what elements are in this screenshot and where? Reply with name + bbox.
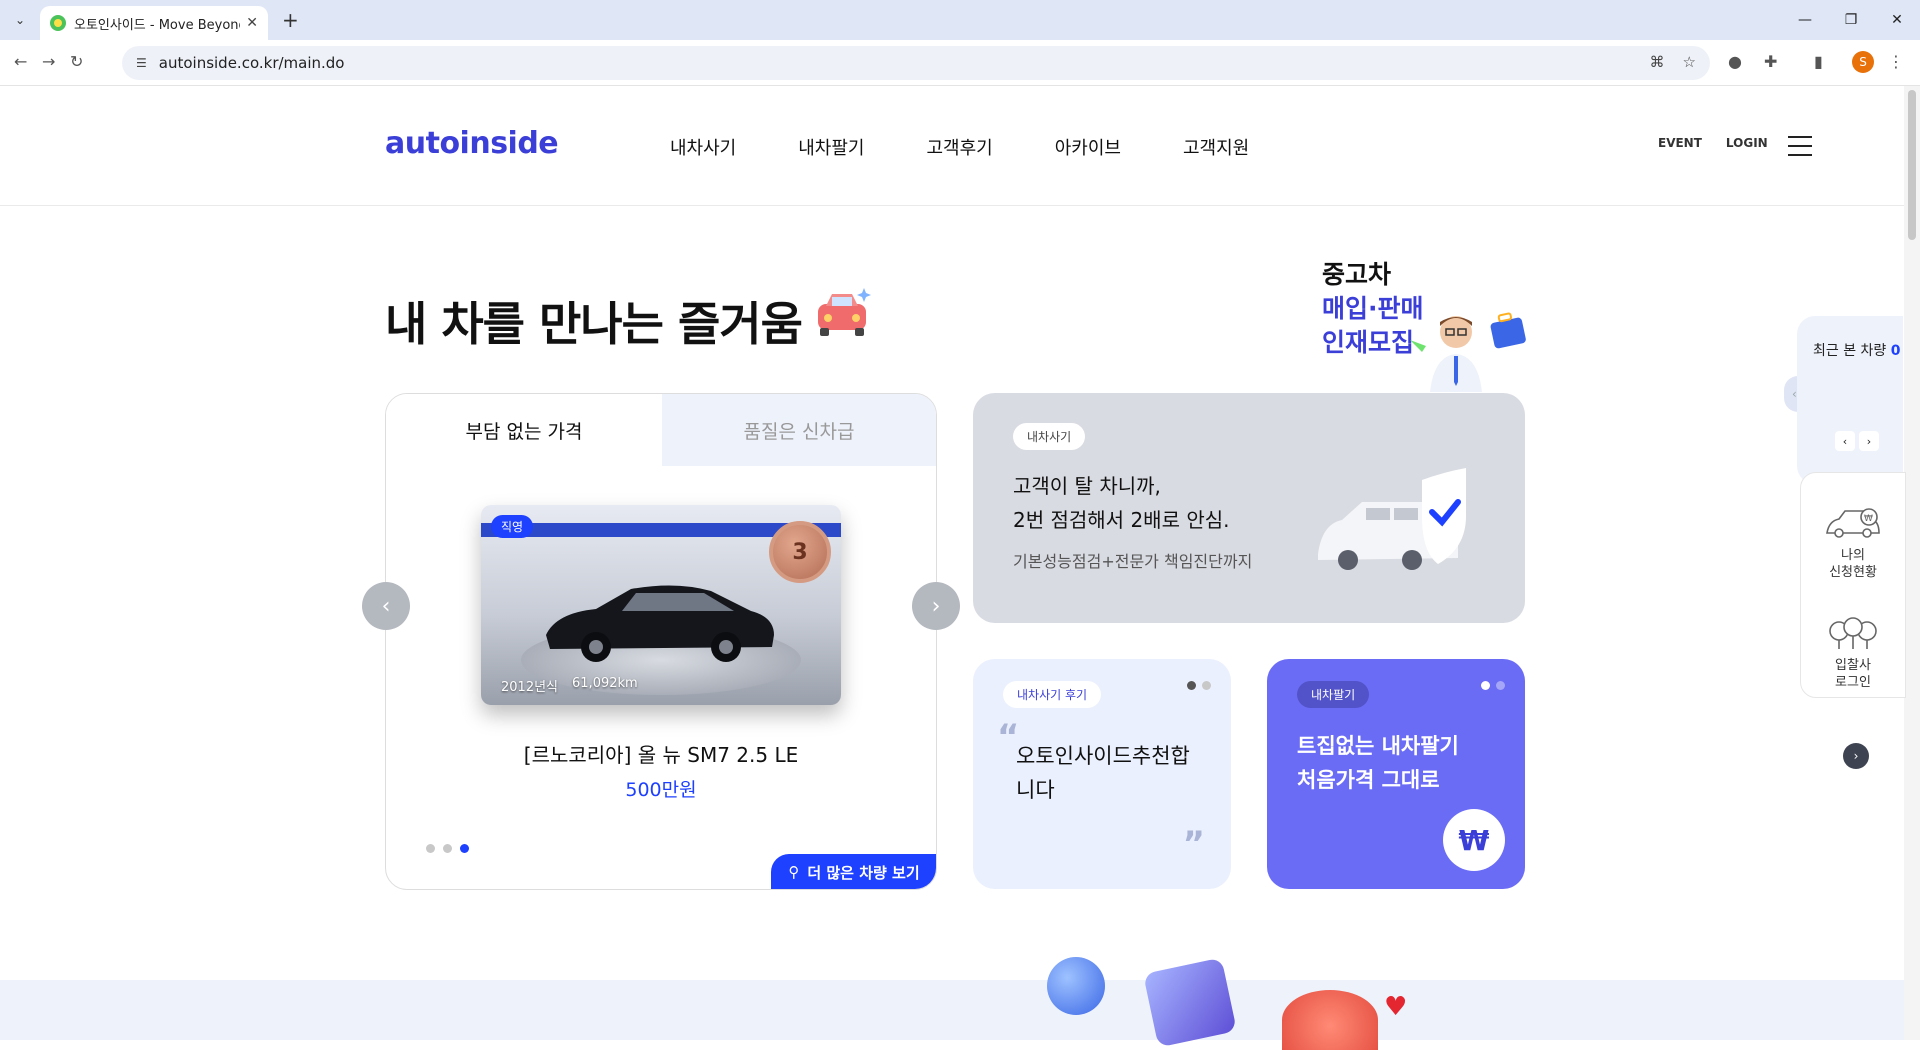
recent-next-icon[interactable]: › [1859,431,1879,451]
close-window-icon[interactable]: ✕ [1874,0,1920,40]
carousel-next-button[interactable]: › [912,582,960,630]
car-emoji-icon [818,288,871,336]
recruiter-character-icon [1410,312,1526,392]
sell-text: 트집없는 내차팔기 처음가격 그대로 [1297,734,1459,792]
recent-cars-label: 최근 본 차량 0 [1813,343,1901,359]
menu-dots-icon[interactable]: ⋮ [1888,52,1904,71]
translate-icon[interactable]: ⌘ [1650,53,1665,71]
search-icon: ⚲ [788,863,800,881]
car-won-icon: ₩ [1826,508,1880,538]
puzzle-icon[interactable]: ✚ [1764,52,1777,71]
tab-search-icon[interactable]: ⌄ [8,8,32,32]
product-card: 부담 없는 가격 품질은 신차급 직영 3 2012년식 61,092km [르… [385,393,937,890]
tab-quality[interactable]: 품질은 신차급 [662,394,936,466]
login-link[interactable]: LOGIN [1726,136,1768,150]
car-price: 500만원 [625,779,697,801]
url-text: autoinside.co.kr/main.do [158,54,345,72]
car-image [546,585,774,662]
review-text: 오토인사이드추천합니다 [1016,744,1190,802]
heart-eyes-emoji-icon [1282,990,1378,1050]
bid-coins-icon [1829,617,1877,649]
back-icon[interactable]: ← [14,52,27,71]
heart-icon: ♥ [1384,992,1408,1022]
nav-reviews[interactable]: 고객후기 [927,134,993,160]
restore-icon[interactable]: ❐ [1828,0,1874,40]
won-icon[interactable]: ₩ [1443,809,1505,871]
main-nav: 내차사기 내차팔기 고객후기 아카이브 고객지원 [670,134,1249,160]
browser-tab[interactable]: 오토인사이드 - Move Beyond ✕ [40,6,268,40]
promo-line1: 중고차 [1322,260,1392,289]
bookmark-star-icon[interactable]: ☆ [1683,53,1696,71]
nav-archive[interactable]: 아카이브 [1055,134,1121,160]
nav-sell[interactable]: 내차팔기 [798,134,864,160]
sell-dots [1481,681,1505,690]
sell-card[interactable]: 내차팔기 트집없는 내차팔기 처음가격 그대로 ₩ [1267,659,1525,889]
quick-menu: ₩ 나의 신청현황 입찰사 로그인 [1800,472,1906,698]
minimize-icon[interactable]: — [1782,0,1828,40]
buy-inspection-card[interactable]: 내차사기 고객이 탈 차니까, 2번 점검해서 2배로 안심. 기본성능점검+전… [973,393,1525,623]
browser-toolbar: ← → ↻ ☰ autoinside.co.kr/main.do ⌘ ☆ ● ✚… [0,40,1920,86]
tab-price[interactable]: 부담 없는 가격 [386,394,662,466]
car-meta: 2012년식 61,092km [501,676,638,695]
svg-text:₩: ₩ [1864,514,1873,524]
car-photo[interactable]: 직영 3 2012년식 61,092km [481,505,841,705]
sell-dot[interactable] [1496,681,1505,690]
bronze-medal-icon: 3 [769,521,831,583]
page-scrollbar[interactable] [1904,86,1920,1040]
extension-icon[interactable]: ● [1728,52,1742,71]
site-info-icon[interactable]: ☰ [136,56,147,70]
buy-subtext: 기본성능점검+전문가 책임진단까지 [1013,552,1253,571]
review-dots [1187,681,1211,690]
buy-headline: 고객이 탈 차니까, 2번 점검해서 2배로 안심. [1013,474,1230,532]
carousel-dot-active[interactable] [460,844,469,853]
hamburger-menu-icon[interactable] [1788,136,1812,156]
car-year: 2012년식 [501,680,559,695]
reload-icon[interactable]: ↻ [70,52,83,71]
browser-tabstrip: ⌄ 오토인사이드 - Move Beyond ✕ + — ❐ ✕ [0,0,1920,40]
nav-buy[interactable]: 내차사기 [670,134,736,160]
tab-title: 오토인사이드 - Move Beyond [74,17,241,33]
carousel-dots [426,844,469,853]
carousel-prev-button[interactable]: ‹ [362,582,410,630]
close-quote-icon: ” [1182,824,1205,864]
sell-dot-active[interactable] [1481,681,1490,690]
carousel-dot[interactable] [443,844,452,853]
profile-avatar[interactable]: S [1852,51,1874,73]
hero-title: 내 차를 만나는 즐거움 [385,297,803,351]
site-logo[interactable]: autoinside [385,126,559,161]
close-tab-icon[interactable]: ✕ [246,15,258,31]
review-dot[interactable] [1202,681,1211,690]
address-bar[interactable]: ☰ autoinside.co.kr/main.do ⌘ ☆ [122,46,1710,80]
window-controls: — ❐ ✕ [1782,0,1920,40]
recent-cars-panel: 최근 본 차량 0 ‹ › [1797,316,1903,484]
forward-icon[interactable]: → [42,52,55,71]
more-cars-button[interactable]: ⚲ 더 많은 차량 보기 [771,854,936,889]
event-link[interactable]: EVENT [1658,136,1702,150]
nav-support[interactable]: 고객지원 [1183,134,1249,160]
favicon-icon [50,15,66,31]
buy-tag: 내차사기 [1013,423,1086,450]
new-tab-icon[interactable]: + [282,8,299,32]
scroll-down-button[interactable]: › [1843,743,1869,769]
car-name[interactable]: [르노코리아] 올 뉴 SM7 2.5 LE [386,739,936,768]
car-mileage: 61,092km [572,676,638,691]
direct-badge: 직영 [491,515,534,538]
recent-prev-icon[interactable]: ‹ [1835,431,1855,451]
review-card[interactable]: 내차사기 후기 “ 오토인사이드추천합니다 ” [973,659,1231,889]
sell-tag: 내차팔기 [1297,681,1370,708]
car-shield-icon [1318,468,1466,570]
bidder-login-link[interactable]: 입찰사 로그인 [1801,617,1905,691]
review-dot-active[interactable] [1187,681,1196,690]
scrollbar-thumb[interactable] [1908,90,1916,240]
site-header: autoinside 내차사기 내차팔기 고객후기 아카이브 고객지원 EVEN… [0,86,1904,206]
util-links: EVENT LOGIN [1658,136,1768,150]
my-application-link[interactable]: ₩ 나의 신청현황 [1801,507,1905,581]
next-section [0,980,1904,1040]
side-panel-icon[interactable]: ▮ [1814,52,1823,71]
wink-emoji-icon [1047,957,1105,1015]
review-tag: 내차사기 후기 [1003,681,1102,708]
carousel-dot[interactable] [426,844,435,853]
